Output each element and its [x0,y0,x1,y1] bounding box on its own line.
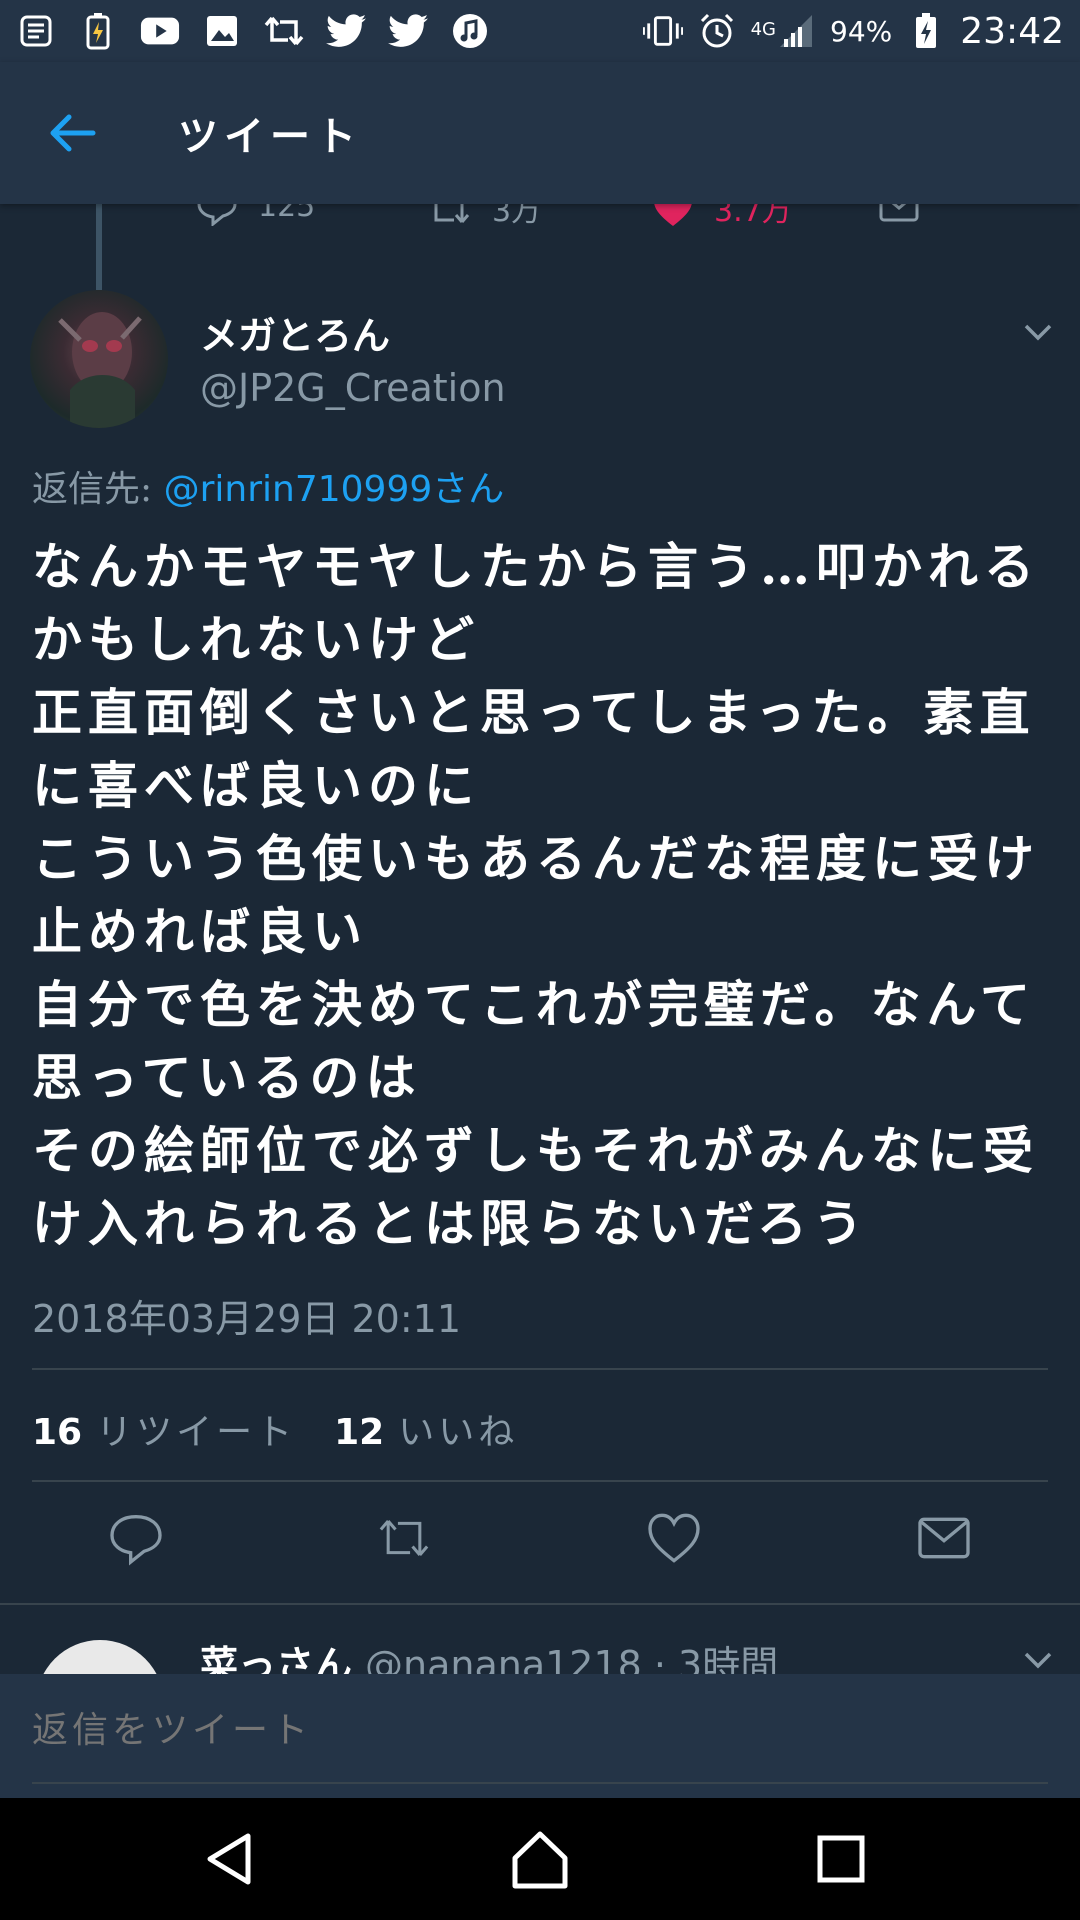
battery-charging-icon [906,11,946,51]
retweet-icon [379,1519,429,1557]
author-display-name[interactable]: メガとろん [200,305,390,360]
reply-author-display-name[interactable]: 菜っさん [200,1634,352,1674]
retweet-button[interactable] [376,1510,432,1566]
divider [32,1480,1048,1482]
next-reply[interactable]: 菜っさん @nanana1218 · 3時間 [0,1612,1080,1674]
reply-to-handle-link[interactable]: @rinrin710999 [164,469,433,510]
avatar[interactable] [30,290,168,428]
battery-percent: 94% [830,14,893,48]
divider [32,1782,1048,1784]
thread-line [96,204,102,290]
network-type: 4G [750,18,777,40]
youtube-icon [140,11,180,51]
avatar-image [58,312,142,428]
divider [0,1603,1080,1605]
reply-to-prefix: 返信先: [32,469,153,510]
like-button[interactable] [646,1510,702,1566]
reply-button[interactable] [108,1510,164,1566]
status-bar: 4G 94% 23:42 [0,0,1080,62]
twitter-icon [326,11,366,51]
share-button[interactable] [916,1510,972,1566]
square-icon [817,1835,865,1883]
tweet-timestamp: 2018年03月29日 20:11 [32,1297,462,1341]
like-count[interactable]: 12 [334,1412,384,1453]
author-handle[interactable]: @JP2G_Creation [200,366,506,410]
navigation-bar [0,1798,1080,1920]
reply-input[interactable] [32,1710,1032,1751]
reply-to-suffix[interactable]: さん [432,469,504,510]
vibrate-icon [642,11,683,51]
nav-recents-button[interactable] [806,1824,876,1894]
nav-back-button[interactable] [196,1824,266,1894]
page-title: ツイート [178,114,362,160]
back-button[interactable] [32,93,112,173]
nav-home-button[interactable] [505,1824,575,1894]
notes-icon [16,11,56,51]
reply-menu-button[interactable] [1018,1640,1058,1674]
divider [32,1368,1048,1370]
signal-icon [776,11,816,51]
music-icon [450,11,490,51]
mail-icon [918,1517,970,1559]
gallery-icon [202,11,242,51]
triangle-back-icon [207,1833,251,1885]
tweet-menu-button[interactable] [1018,312,1058,352]
alarm-icon [697,11,737,51]
heart-icon [648,1513,700,1563]
retweet-count[interactable]: 16 [32,1412,82,1453]
engagement-counts: 16 リツイート 12 いいね [32,1403,556,1455]
clock: 23:42 [960,10,1064,52]
chevron-down-icon [1024,1652,1052,1669]
retweet-label[interactable]: リツイート [96,1403,296,1455]
reply-author-meta: @nanana1218 · 3時間 [365,1643,779,1674]
avatar[interactable] [36,1640,164,1674]
reply-composer [0,1674,1080,1798]
battery-saver-icon [78,11,118,51]
chevron-down-icon [1024,324,1052,341]
tweet-text: なんかモヤモヤしたから言う…叩かれるかもしれないけど 正直面倒くさいと思ってしま… [32,537,1040,1253]
tweet-actions [0,1510,1080,1580]
like-label[interactable]: いいね [398,1403,518,1455]
twitter-icon [388,11,428,51]
retweet-icon [264,11,304,51]
reply-icon [110,1514,162,1566]
home-icon [512,1831,568,1889]
arrow-left-icon [50,114,96,152]
app-bar: ツイート [0,62,1080,204]
reply-to-line: 返信先: @rinrin710999さん [32,460,504,512]
